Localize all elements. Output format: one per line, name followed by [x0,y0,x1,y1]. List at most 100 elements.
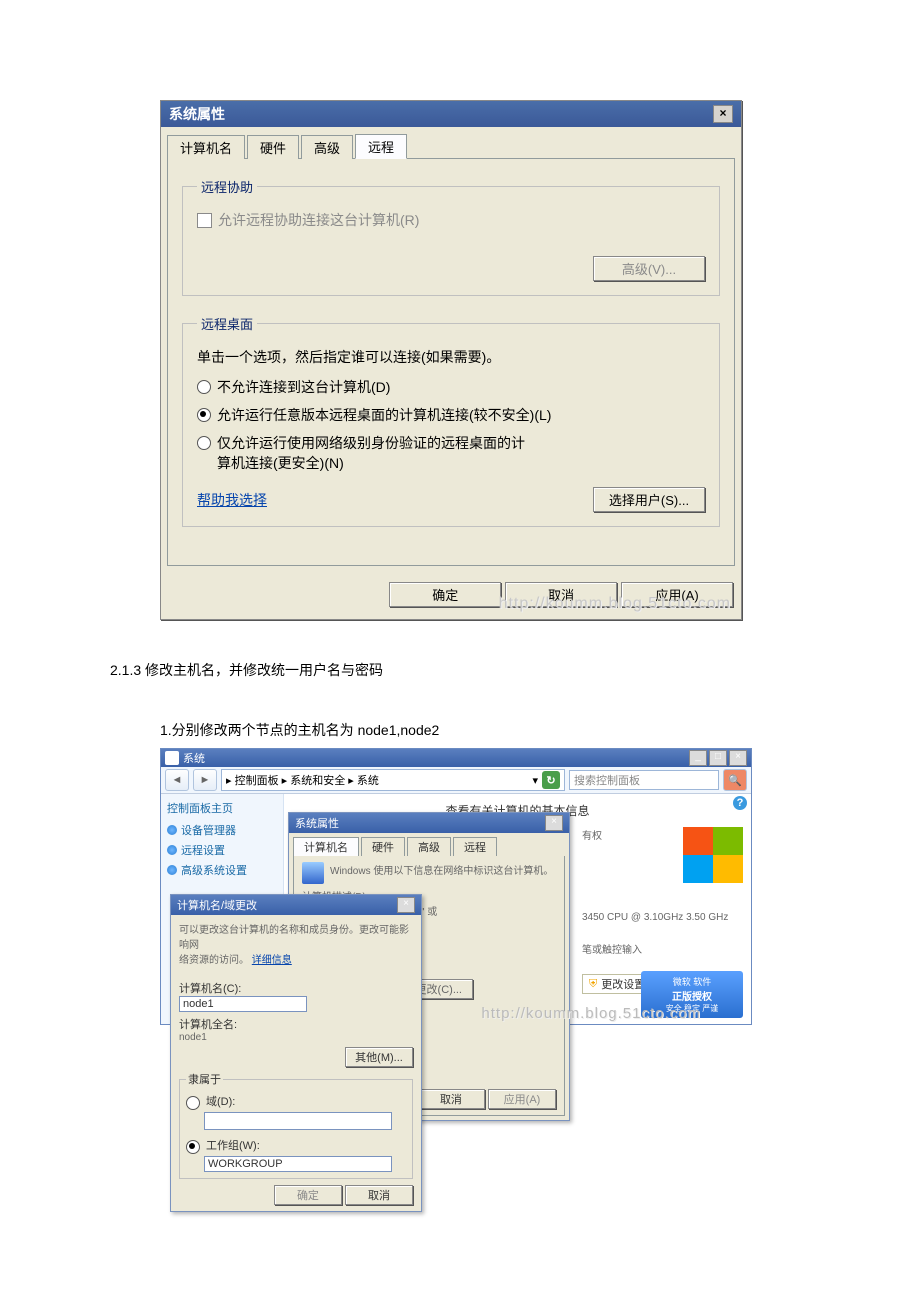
radio-icon[interactable] [197,408,211,422]
badge-line: 微软 软件 [647,975,737,988]
group-legend-assist: 远程协助 [197,177,257,196]
ok-button[interactable]: 确定 [274,1185,342,1205]
name-change-dialog: 计算机名/域更改 × 可以更改这台计算机的名称和成员身份。更改可能影响网 络资源… [170,894,422,1212]
refresh-icon[interactable]: ↻ [542,771,560,789]
tab-computer-name[interactable]: 计算机名 [167,135,245,159]
rdp-option-nla-only[interactable]: 仅允许运行使用网络级别身份验证的远程桌面的计 算机连接(更安全)(N) [197,433,705,473]
dialog-footer: 确定 取消 应用(A) http://koumm.blog.51cto.com [161,572,741,619]
workgroup-input[interactable]: WORKGROUP [204,1156,392,1172]
sidebar-title: 控制面板主页 [167,800,277,816]
rdp-option-disallow[interactable]: 不允许连接到这台计算机(D) [197,377,705,397]
radio-icon[interactable] [186,1140,200,1154]
sidebar-advanced-settings[interactable]: 高级系统设置 [167,862,277,878]
domain-input[interactable] [204,1112,392,1130]
system-properties-dialog: 系统属性 × 计算机名 硬件 高级 远程 远程协助 允许远程协助连接这台计算机(… [160,100,742,620]
remote-desktop-group: 远程桌面 单击一个选项，然后指定谁可以连接(如果需要)。 不允许连接到这台计算机… [182,314,720,527]
activation-badge: 微软 软件 正版授权 安全 稳定 严谨 [641,971,743,1018]
sidebar-remote-settings[interactable]: 远程设置 [167,842,277,858]
full-name-label: 计算机全名: [179,1016,413,1032]
touch-info: 笔或触控输入 [582,941,743,956]
shield-icon: ⛨ [589,978,597,991]
member-legend: 隶属于 [186,1071,223,1087]
computer-name-input[interactable]: node1 [179,996,307,1012]
group-legend-rdp: 远程桌面 [197,314,257,333]
other-button[interactable]: 其他(M)... [345,1047,413,1067]
tab-hardware[interactable]: 硬件 [247,135,299,159]
rdp-prompt: 单击一个选项，然后指定谁可以连接(如果需要)。 [197,347,705,367]
tab-computer-name[interactable]: 计算机名 [293,837,359,856]
badge-line: 安全 稳定 严谨 [647,1003,737,1014]
help-choose-link[interactable]: 帮助我选择 [197,490,267,510]
minimize-icon[interactable]: _ [689,750,707,766]
help-icon[interactable]: ? [733,796,747,810]
note-text: 可以更改这台计算机的名称和成员身份。更改可能影响网 络资源的访问。 详细信息 [179,921,413,966]
bullet-icon [167,865,177,875]
field-desc: Windows 使用以下信息在网络中标识这台计算机。 [330,862,553,884]
inner-apply-button[interactable]: 应用(A) [488,1089,556,1109]
radio-label: 允许运行任意版本远程桌面的计算机连接(较不安全)(L) [217,405,551,425]
close-icon[interactable]: × [729,750,747,766]
cancel-button[interactable]: 取消 [345,1185,413,1205]
close-icon[interactable]: × [397,897,415,913]
forward-icon[interactable]: ► [193,769,217,791]
radio-label: 域(D): [206,1093,235,1109]
close-icon[interactable]: × [545,815,563,831]
search-go-icon[interactable]: 🔍 [723,769,747,791]
bullet-icon [167,825,177,835]
tab-advanced[interactable]: 高级 [407,837,451,856]
dropdown-icon[interactable]: ▾ [532,774,538,787]
select-users-button[interactable]: 选择用户(S)... [593,487,705,512]
inner-cancel-button[interactable]: 取消 [417,1089,485,1109]
windows-logo-icon [683,827,743,883]
assist-advanced-button[interactable]: 高级(V)... [593,256,705,281]
control-panel-window: 系统 _ □ × ◄ ► ▸ 控制面板 ▸ 系统和安全 ▸ 系统 ▾ ↻ 搜索控… [160,748,752,1025]
sidebar-device-manager[interactable]: 设备管理器 [167,822,277,838]
note-line-a: 可以更改这台计算机的名称和成员身份。更改可能影响网 [179,925,409,951]
apply-button[interactable]: 应用(A) [621,582,733,607]
tab-strip: 计算机名 硬件 高级 远程 [161,127,741,158]
radio-icon[interactable] [197,436,211,450]
close-icon[interactable]: × [713,105,733,123]
search-input[interactable]: 搜索控制面板 [569,770,719,790]
inner-titlebar[interactable]: 计算机名/域更改 × [171,895,421,915]
breadcrumb: ▸ 控制面板 ▸ 系统和安全 ▸ 系统 [226,772,379,788]
radio-icon[interactable] [197,380,211,394]
tab-advanced[interactable]: 高级 [301,135,353,159]
content-area: ? 查看有关计算机的基本信息 有权 3450 CPU @ 3.10GHz 3.5… [284,794,751,1024]
search-placeholder: 搜索控制面板 [574,775,640,787]
sidebar-item-label: 远程设置 [181,842,225,858]
checkbox-icon[interactable] [197,213,212,228]
computer-icon [302,862,324,884]
computer-name-label: 计算机名(C): [179,980,413,996]
radio-label-line2: 算机连接(更安全)(N) [217,455,344,471]
window-titlebar[interactable]: 系统 _ □ × [161,749,751,767]
radio-icon[interactable] [186,1096,200,1110]
badge-line: 正版授权 [647,988,737,1003]
titlebar[interactable]: 系统属性 × [161,101,741,127]
back-icon[interactable]: ◄ [165,769,189,791]
cpu-info: 3450 CPU @ 3.10GHz 3.50 GHz [582,912,728,923]
detail-link[interactable]: 详细信息 [252,955,292,966]
workgroup-option[interactable]: 工作组(W): [186,1137,406,1154]
inner-title: 系统属性 [295,815,339,831]
domain-option[interactable]: 域(D): [186,1093,406,1110]
ok-button[interactable]: 确定 [389,582,501,607]
allow-remote-assist-checkbox[interactable]: 允许远程协助连接这台计算机(R) [197,210,705,230]
bullet-icon [167,845,177,855]
full-name-value: node1 [179,1032,413,1043]
cancel-button[interactable]: 取消 [505,582,617,607]
inner-tabs: 计算机名 硬件 高级 远程 [289,833,569,856]
address-bar[interactable]: ▸ 控制面板 ▸ 系统和安全 ▸ 系统 ▾ ↻ [221,769,565,791]
sidebar-item-label: 高级系统设置 [181,862,247,878]
tab-remote[interactable]: 远程 [355,134,407,159]
rdp-option-any-version[interactable]: 允许运行任意版本远程桌面的计算机连接(较不安全)(L) [197,405,705,425]
inner-titlebar[interactable]: 系统属性 × [289,813,569,833]
dialog-title: 系统属性 [169,104,225,124]
inner-title: 计算机名/域更改 [177,897,257,913]
maximize-icon[interactable]: □ [709,750,727,766]
radio-label-line1: 仅允许运行使用网络级别身份验证的远程桌面的计 [217,435,525,451]
tab-hardware[interactable]: 硬件 [361,837,405,856]
tab-remote[interactable]: 远程 [453,837,497,856]
note-line-b: 络资源的访问。 [179,955,249,966]
section-heading-213: 2.1.3 修改主机名，并修改统一用户名与密码 [110,660,840,680]
